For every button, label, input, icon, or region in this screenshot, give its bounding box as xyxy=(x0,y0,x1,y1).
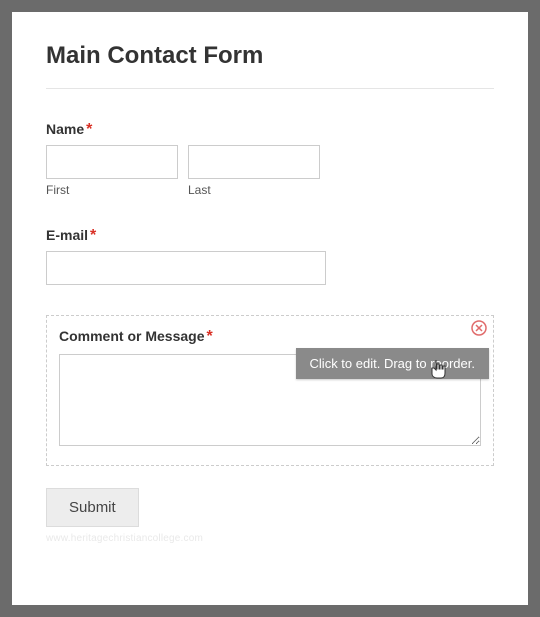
watermark-text: www.heritagechristiancollege.com xyxy=(46,533,494,544)
name-label: Name xyxy=(46,121,84,137)
last-name-input[interactable] xyxy=(188,145,320,179)
first-name-sublabel: First xyxy=(46,183,178,197)
page-title: Main Contact Form xyxy=(46,42,494,70)
edit-tooltip: Click to edit. Drag to reorder. xyxy=(296,348,489,379)
required-mark: * xyxy=(90,227,96,244)
email-field: E-mail* xyxy=(46,227,494,285)
comment-label: Comment or Message xyxy=(59,328,204,344)
required-mark: * xyxy=(86,121,92,138)
divider xyxy=(46,88,494,89)
close-icon[interactable] xyxy=(471,320,487,336)
submit-button[interactable]: Submit xyxy=(46,488,139,527)
name-field: Name* First Last xyxy=(46,121,494,197)
last-name-sublabel: Last xyxy=(188,183,320,197)
email-label: E-mail xyxy=(46,227,88,243)
first-name-input[interactable] xyxy=(46,145,178,179)
form-panel: Main Contact Form Name* First Last E-mai… xyxy=(12,12,528,605)
email-input[interactable] xyxy=(46,251,326,285)
required-mark: * xyxy=(206,328,212,345)
comment-field[interactable]: Comment or Message* Click to edit. Drag … xyxy=(46,315,494,466)
